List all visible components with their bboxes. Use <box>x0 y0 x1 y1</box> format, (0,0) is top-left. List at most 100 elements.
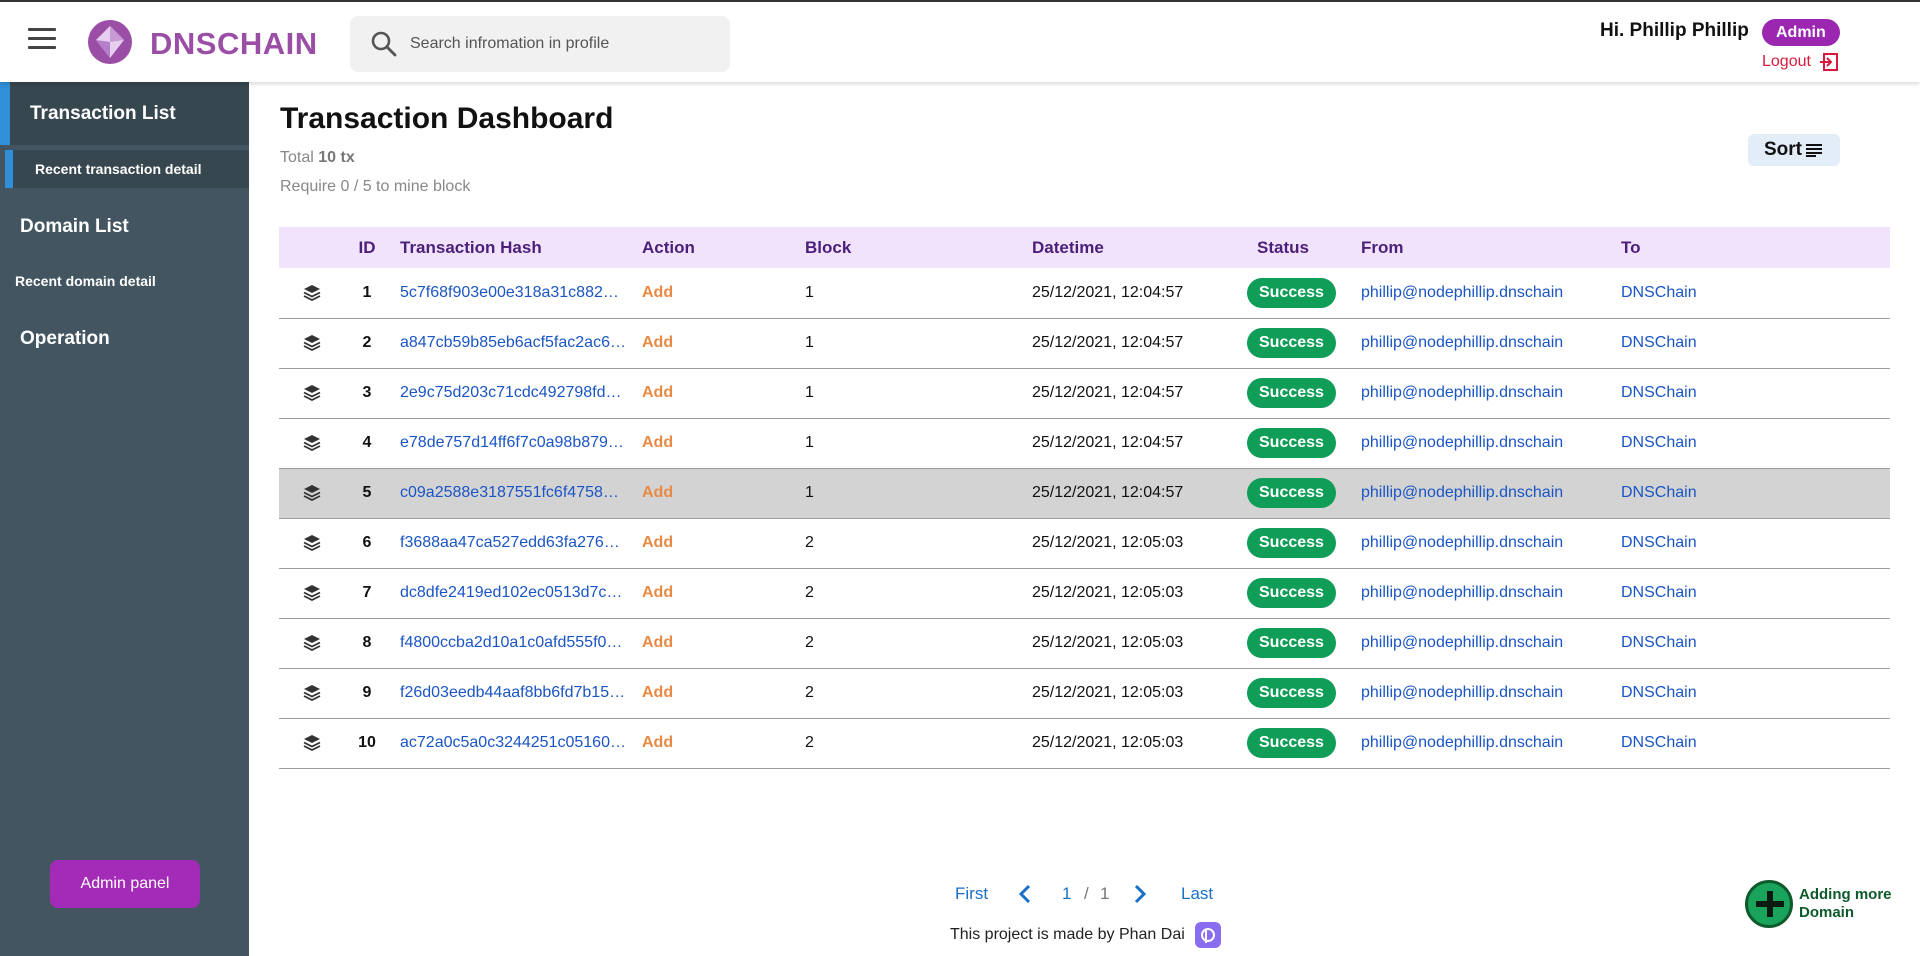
sidebar-item-recent-transaction-detail[interactable]: Recent transaction detail <box>35 161 202 177</box>
row-transaction-hash-link[interactable]: 5c7f68f903e00e318a31c882e… <box>400 284 626 302</box>
row-to-link[interactable]: DNSChain <box>1621 284 1697 301</box>
row-to-link[interactable]: DNSChain <box>1621 684 1697 701</box>
status-badge: Success <box>1247 528 1336 558</box>
row-transaction-hash-link[interactable]: f4800ccba2d10a1c0afd555f0… <box>400 634 622 652</box>
search-box[interactable] <box>350 16 730 72</box>
row-id: 7 <box>344 568 390 619</box>
role-badge: Admin <box>1762 19 1840 46</box>
total-prefix: Total <box>280 149 319 166</box>
footer-note-text: This project is made by Phan Dai <box>950 926 1185 943</box>
row-from-link[interactable]: phillip@nodephillip.dnschain <box>1361 684 1563 701</box>
row-to-link[interactable]: DNSChain <box>1621 634 1697 651</box>
header-from[interactable]: From <box>1361 227 1621 268</box>
brand-name[interactable]: DNSCHAIN <box>150 26 318 62</box>
diamond-logo-icon[interactable] <box>88 20 132 64</box>
row-from-link[interactable]: phillip@nodephillip.dnschain <box>1361 584 1563 601</box>
row-from-link[interactable]: phillip@nodephillip.dnschain <box>1361 334 1563 351</box>
chevron-right-icon[interactable] <box>1133 884 1147 904</box>
row-transaction-hash-link[interactable]: c09a2588e3187551fc6f4758c… <box>400 484 626 502</box>
row-id: 5 <box>344 468 390 519</box>
table-row[interactable]: 6 f3688aa47ca527edd63fa2769… Add 2 25/12/202… <box>279 518 1890 569</box>
user-greeting: Hi. Phillip Phillip <box>1600 20 1749 41</box>
row-to-link[interactable]: DNSChain <box>1621 334 1697 351</box>
row-action: Add <box>642 618 805 669</box>
hamburger-menu-icon[interactable] <box>28 28 56 52</box>
table-row[interactable]: 4 e78de757d14ff6f7c0a98b879… Add 1 25/12/202… <box>279 418 1890 469</box>
table-row[interactable]: 8 f4800ccba2d10a1c0afd555f0… Add 2 25/12/202… <box>279 618 1890 669</box>
row-from-link[interactable]: phillip@nodephillip.dnschain <box>1361 734 1563 751</box>
pager-current-page: 1 <box>1062 884 1072 903</box>
header-status[interactable]: Status <box>1247 227 1361 268</box>
row-to-link[interactable]: DNSChain <box>1621 384 1697 401</box>
row-to-link[interactable]: DNSChain <box>1621 584 1697 601</box>
row-datetime: 25/12/2021, 12:04:57 <box>1032 268 1247 319</box>
row-transaction-hash-link[interactable]: e78de757d14ff6f7c0a98b879… <box>400 434 624 452</box>
row-from-link[interactable]: phillip@nodephillip.dnschain <box>1361 534 1563 551</box>
table-row[interactable]: 3 2e9c75d203c71cdc492798fd1… Add 1 25/12/202… <box>279 368 1890 419</box>
row-id: 8 <box>344 618 390 669</box>
row-from-link[interactable]: phillip@nodephillip.dnschain <box>1361 434 1563 451</box>
row-id: 3 <box>344 368 390 419</box>
sidebar-item-recent-domain-detail[interactable]: Recent domain detail <box>15 273 156 289</box>
row-transaction-hash-link[interactable]: f3688aa47ca527edd63fa2769… <box>400 534 626 552</box>
sidebar-item-domain-list[interactable]: Domain List <box>20 216 129 238</box>
author-logo-icon[interactable] <box>1194 922 1221 948</box>
add-domain-button[interactable]: Adding more Domain <box>1745 880 1892 928</box>
sidebar-item-operation[interactable]: Operation <box>20 328 110 350</box>
row-from-link[interactable]: phillip@nodephillip.dnschain <box>1361 384 1563 401</box>
header-transaction-hash[interactable]: Transaction Hash <box>390 227 642 268</box>
table-row[interactable]: 2 a847cb59b85eb6acf5fac2ac6… Add 1 25/12/202… <box>279 318 1890 369</box>
header-action[interactable]: Action <box>642 227 805 268</box>
table-body: 1 5c7f68f903e00e318a31c882e… Add 1 25/12/202… <box>279 268 1890 769</box>
row-icon-cell <box>279 618 344 669</box>
row-transaction-hash-link[interactable]: f26d03eedb44aaf8bb6fd7b15… <box>400 684 625 702</box>
row-id: 1 <box>344 268 390 319</box>
sidebar-item-transaction-list[interactable]: Transaction List <box>30 103 176 125</box>
layers-icon <box>303 434 320 451</box>
header-id[interactable]: ID <box>344 227 390 268</box>
table-row[interactable]: 5 c09a2588e3187551fc6f4758c… Add 1 25/12/202… <box>279 468 1890 519</box>
transaction-table: ID Transaction Hash Action Block Datetim… <box>279 227 1890 769</box>
chevron-left-icon[interactable] <box>1018 884 1032 904</box>
logout-link[interactable]: Logout <box>1762 52 1839 72</box>
row-action: Add <box>642 268 805 319</box>
row-transaction-hash-link[interactable]: a847cb59b85eb6acf5fac2ac6… <box>400 334 626 352</box>
status-badge: Success <box>1247 628 1336 658</box>
row-action: Add <box>642 568 805 619</box>
table-row[interactable]: 9 f26d03eedb44aaf8bb6fd7b15… Add 2 25/12/202… <box>279 668 1890 719</box>
row-to-link[interactable]: DNSChain <box>1621 484 1697 501</box>
header-block[interactable]: Block <box>805 227 1032 268</box>
header-datetime[interactable]: Datetime <box>1032 227 1247 268</box>
row-datetime: 25/12/2021, 12:04:57 <box>1032 318 1247 369</box>
status-badge: Success <box>1247 378 1336 408</box>
row-from-link[interactable]: phillip@nodephillip.dnschain <box>1361 284 1563 301</box>
table-row[interactable]: 1 5c7f68f903e00e318a31c882e… Add 1 25/12/202… <box>279 268 1890 319</box>
search-input[interactable] <box>410 30 710 58</box>
row-action: Add <box>642 718 805 769</box>
header-to[interactable]: To <box>1621 227 1890 268</box>
status-badge: Success <box>1247 578 1336 608</box>
add-domain-label-line2: Domain <box>1799 904 1855 921</box>
table-row[interactable]: 7 dc8dfe2419ed102ec0513d7c0… Add 2 25/12/202… <box>279 568 1890 619</box>
sort-label: Sort <box>1764 139 1802 160</box>
sort-button[interactable]: Sort <box>1748 134 1840 166</box>
layers-icon <box>303 634 320 651</box>
row-datetime: 25/12/2021, 12:05:03 <box>1032 518 1247 569</box>
row-from-link[interactable]: phillip@nodephillip.dnschain <box>1361 634 1563 651</box>
row-to-link[interactable]: DNSChain <box>1621 534 1697 551</box>
pager-first[interactable]: First <box>955 884 988 904</box>
row-from-link[interactable]: phillip@nodephillip.dnschain <box>1361 484 1563 501</box>
header-icon-col <box>279 227 344 268</box>
row-transaction-hash-link[interactable]: 2e9c75d203c71cdc492798fd1… <box>400 384 626 402</box>
row-id: 6 <box>344 518 390 569</box>
row-transaction-hash-link[interactable]: ac72a0c5a0c3244251c05160… <box>400 734 626 752</box>
row-transaction-hash-link[interactable]: dc8dfe2419ed102ec0513d7c0… <box>400 584 626 602</box>
row-to-link[interactable]: DNSChain <box>1621 434 1697 451</box>
row-to-link[interactable]: DNSChain <box>1621 734 1697 751</box>
status-badge: Success <box>1247 728 1336 758</box>
pager-last[interactable]: Last <box>1181 884 1213 904</box>
row-action: Add <box>642 518 805 569</box>
table-row[interactable]: 10 ac72a0c5a0c3244251c05160… Add 2 25/12/202… <box>279 718 1890 769</box>
add-domain-label-line1: Adding more <box>1799 886 1892 903</box>
admin-panel-button[interactable]: Admin panel <box>50 860 200 908</box>
